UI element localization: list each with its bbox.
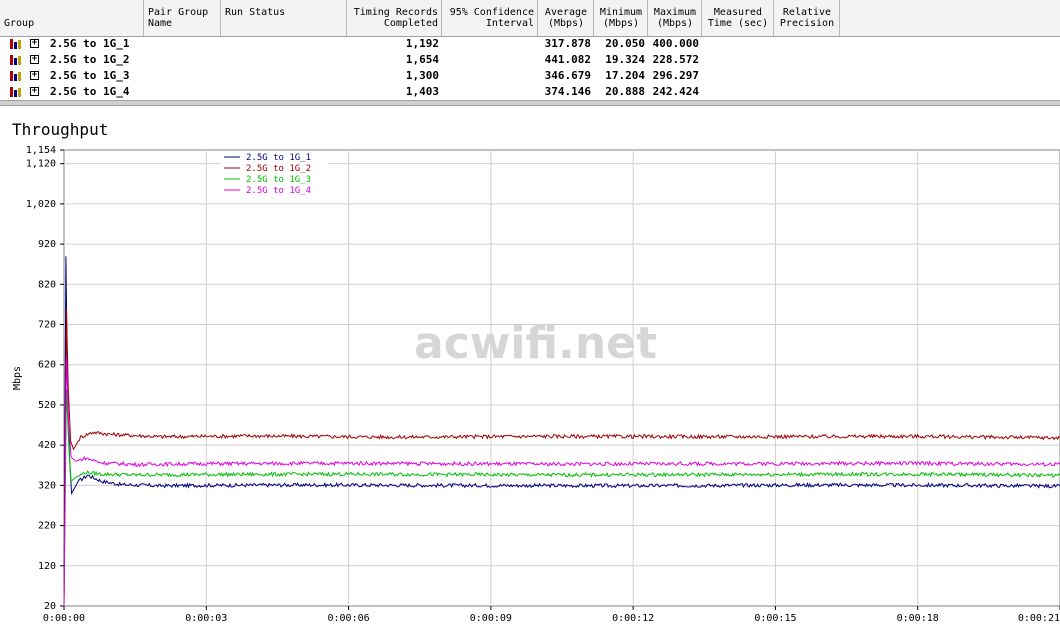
y-tick-label: 420	[38, 440, 56, 451]
x-tick-label: 0:00:12	[612, 613, 654, 624]
x-tick-label: 0:00:09	[470, 613, 512, 624]
y-tick-label: 120	[38, 561, 56, 572]
plot-area	[63, 149, 1060, 607]
y-tick-label: 720	[38, 320, 56, 331]
y-tick-label: 920	[38, 239, 56, 250]
y-tick-label: 1,020	[26, 199, 56, 210]
y-tick-label: 820	[38, 279, 56, 290]
legend-label: 2.5G to 1G_3	[246, 175, 311, 185]
x-tick-label: 0:00:21	[1018, 613, 1060, 624]
y-tick-label: 320	[38, 480, 56, 491]
x-tick-label: 0:00:03	[185, 613, 227, 624]
y-tick-label: 20	[44, 601, 56, 612]
y-tick-label: 1,154	[26, 145, 56, 156]
legend-label: 2.5G to 1G_1	[246, 153, 311, 163]
y-tick-label: 1,120	[26, 159, 56, 170]
throughput-chart: 20 120 220 320 420 520 620 720 820 920 1,020 1,120 1…	[12, 145, 1060, 624]
y-axis-label: Mbps	[12, 366, 23, 390]
y-tick-label: 220	[38, 521, 56, 532]
legend-label: 2.5G to 1G_2	[246, 164, 311, 174]
x-tick-label: 0:00:00	[43, 613, 85, 624]
x-tick-label: 0:00:15	[754, 613, 796, 624]
x-tick-label: 0:00:06	[327, 613, 369, 624]
y-tick-label: 620	[38, 360, 56, 371]
y-tick-label: 520	[38, 400, 56, 411]
watermark: acwifi.net	[414, 318, 658, 369]
legend-label: 2.5G to 1G_4	[246, 186, 311, 196]
x-tick-label: 0:00:18	[897, 613, 939, 624]
